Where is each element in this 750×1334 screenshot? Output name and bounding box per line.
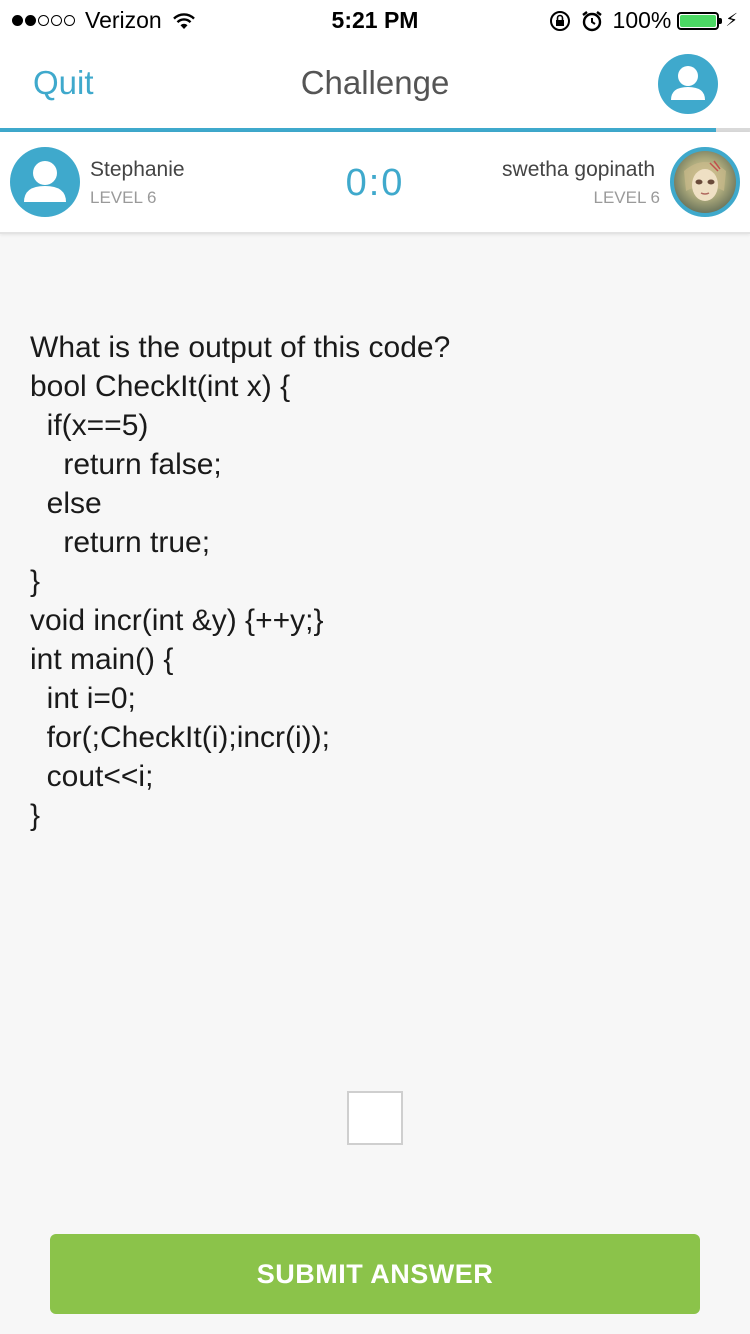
profile-button[interactable] (658, 54, 718, 114)
submit-answer-button[interactable]: SUBMIT ANSWER (50, 1234, 700, 1314)
page-title: Challenge (300, 64, 450, 101)
code-line: bool CheckIt(int x) { (30, 370, 291, 403)
battery-level-fill (680, 14, 717, 27)
answer-input[interactable] (347, 1091, 403, 1145)
code-line: return true; (30, 526, 211, 559)
alarm-icon (581, 10, 602, 31)
question-title: What is the output of this code? (30, 331, 451, 364)
code-line: } (30, 565, 41, 598)
players-bar: Stephanie LEVEL 6 0:0 swetha gopinath LE… (0, 132, 750, 234)
user-icon (671, 66, 705, 100)
code-line: return false; (30, 448, 222, 481)
opponent-level: LEVEL 6 (593, 188, 660, 207)
opponent-avatar (670, 147, 740, 217)
code-line: for(;CheckIt(i);incr(i)); (30, 721, 330, 754)
code-line: int main() { (30, 643, 174, 676)
code-line: cout<<i; (30, 760, 154, 793)
status-right: 100% ⚡ (549, 7, 738, 34)
code-line: if(x==5) (30, 409, 149, 442)
battery-icon (677, 11, 723, 30)
charging-bolt-icon: ⚡ (725, 10, 738, 30)
code-line: void incr(int &y) {++y;} (30, 604, 324, 637)
code-line: } (30, 799, 41, 832)
status-bar: Verizon 5:21 PM 100% ⚡ (0, 0, 750, 40)
opponent-photo-icon (674, 151, 736, 213)
battery-percentage: 100% (612, 7, 672, 33)
opponent-name: swetha gopinath (502, 158, 655, 181)
code-line: int i=0; (30, 682, 136, 715)
question-text: What is the output of this code? bool Ch… (30, 328, 720, 835)
code-line: else (30, 487, 102, 520)
rotation-lock-icon (549, 10, 570, 31)
nav-bar: Quit Challenge (0, 40, 750, 128)
